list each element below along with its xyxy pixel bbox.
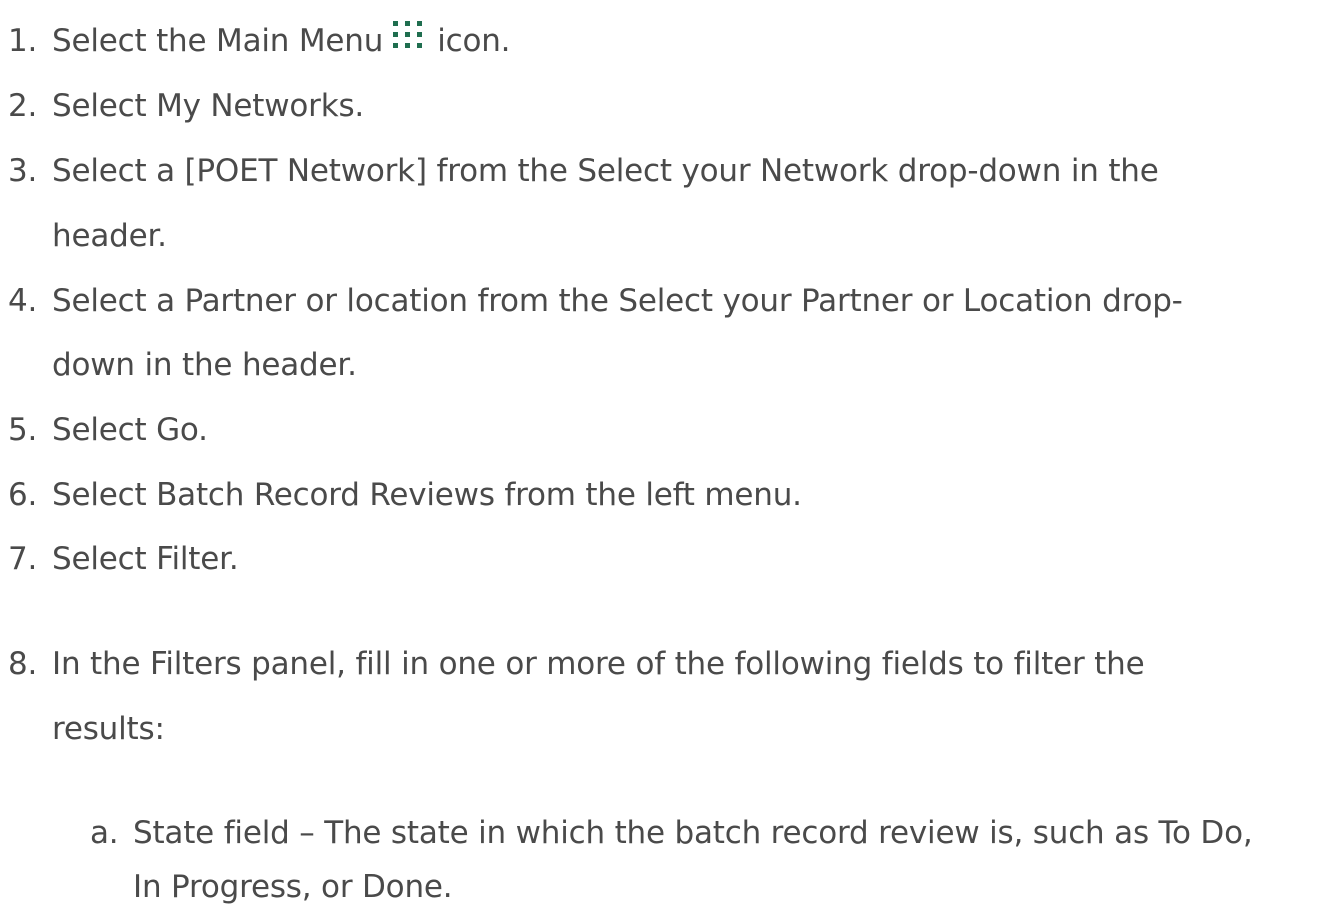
step-number: 7. <box>8 541 38 577</box>
step-text: Select a [POET Network] from the Select … <box>52 153 1159 189</box>
step-text: Select Filter. <box>52 541 239 577</box>
step-text: Select My Networks. <box>52 88 365 124</box>
instruction-list: 1. Select the Main Menu icon. 2. Select M… <box>0 0 1341 908</box>
step-number: 4. <box>8 283 38 319</box>
step-number: 5. <box>8 412 38 448</box>
step-text: Select Go. <box>52 412 208 448</box>
step-text: Select a Partner or location from the Se… <box>52 283 1183 319</box>
step-text: In the Filters panel, fill in one or mor… <box>52 646 1145 682</box>
grid-dots-icon <box>389 19 429 49</box>
step-text-end: icon. <box>437 23 511 59</box>
step-text: down in the header. <box>52 347 357 383</box>
substep-letter: a. <box>90 815 119 851</box>
step-number: 2. <box>8 88 38 124</box>
substep-text: In Progress, or Done. <box>133 869 453 905</box>
substep-text: State field – The state in which the bat… <box>133 815 1253 851</box>
step-number: 3. <box>8 153 38 189</box>
step-text: header. <box>52 218 167 254</box>
step-text: Select the Main Menu <box>52 23 384 59</box>
step-number: 6. <box>8 477 38 513</box>
step-text: Select Batch Record Reviews from the lef… <box>52 477 802 513</box>
step-number: 8. <box>8 646 38 682</box>
step-number: 1. <box>8 23 38 59</box>
step-text: results: <box>52 711 165 747</box>
